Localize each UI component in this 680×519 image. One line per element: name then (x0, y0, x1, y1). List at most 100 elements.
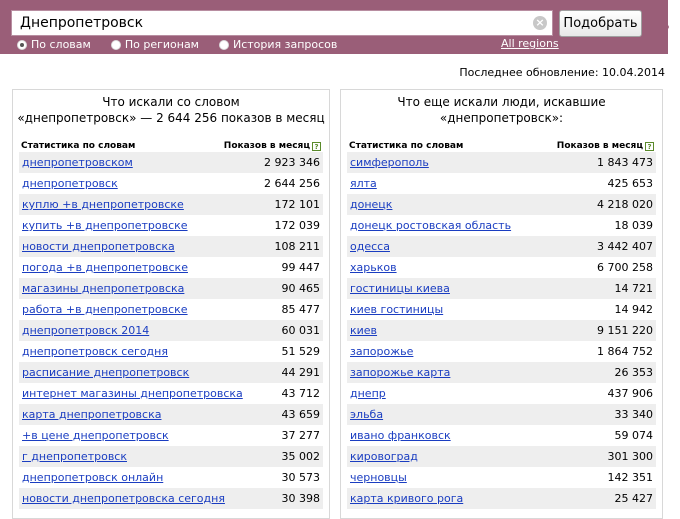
table-row: харьков 6 700 258 (347, 257, 656, 278)
keyword-link[interactable]: карта днепропетровска (22, 408, 161, 421)
keyword-link[interactable]: эльба (350, 408, 383, 421)
col-count-label: Показов в месяц (556, 141, 643, 151)
help-icon[interactable]: ? (312, 142, 321, 151)
keyword-link[interactable]: г днепропетровск (22, 450, 127, 463)
impressions-count: 172 101 (274, 198, 321, 211)
table-row: ивано франковск 59 074 (347, 425, 656, 446)
table-row: днепропетровском 2 923 346 (19, 152, 323, 173)
keyword-link[interactable]: кировоград (350, 450, 418, 463)
impressions-count: 30 573 (281, 471, 321, 484)
keyword-link[interactable]: днепропетровск (22, 177, 118, 190)
search-input[interactable]: Днепропетровск (11, 10, 553, 36)
table-row: донецк ростовская область 18 039 (347, 215, 656, 236)
keyword-link[interactable]: новости днепропетровска (22, 240, 175, 253)
table-row: расписание днепропетровск 44 291 (19, 362, 323, 383)
col-keyword: Статистика по словам (349, 141, 464, 151)
keyword-link[interactable]: погода +в днепропетровске (22, 261, 188, 274)
keyword-list: днепропетровском 2 923 346 днепропетровск 2… (19, 152, 323, 509)
table-row: г днепропетровск 35 002 (19, 446, 323, 467)
table-row: новости днепропетровска сегодня 30 398 (19, 488, 323, 509)
impressions-count: 33 340 (614, 408, 654, 421)
keyword-link[interactable]: магазины днепропетровска (22, 282, 184, 295)
table-row: запорожье 1 864 752 (347, 341, 656, 362)
table-row: днепропетровск 2 644 256 (19, 173, 323, 194)
column-header: Статистика по словам Показов в месяц? (349, 139, 654, 153)
table-row: новости днепропетровска 108 211 (19, 236, 323, 257)
table-row: погода +в днепропетровске 99 447 (19, 257, 323, 278)
keyword-link[interactable]: донецк (350, 198, 392, 211)
keyword-link[interactable]: работа +в днепропетровске (22, 303, 188, 316)
col-keyword: Статистика по словам (21, 141, 136, 151)
table-row: купить +в днепропетровске 172 039 (19, 215, 323, 236)
impressions-count: 60 031 (281, 324, 321, 337)
table-row: донецк 4 218 020 (347, 194, 656, 215)
keyword-link[interactable]: харьков (350, 261, 397, 274)
keyword-link[interactable]: ивано франковск (350, 429, 451, 442)
column-header: Статистика по словам Показов в месяц? (21, 139, 321, 153)
keyword-link[interactable]: днепропетровск 2014 (22, 324, 149, 337)
keyword-link[interactable]: гостиницы киева (350, 282, 450, 295)
table-row: киев гостиницы 14 942 (347, 299, 656, 320)
impressions-count: 99 447 (281, 261, 321, 274)
table-row: кировоград 301 300 (347, 446, 656, 467)
clear-icon[interactable]: × (533, 16, 547, 30)
keyword-link[interactable]: расписание днепропетровск (22, 366, 189, 379)
keyword-link[interactable]: днепропетровском (22, 156, 133, 169)
impressions-count: 1 843 473 (597, 156, 653, 169)
keyword-link[interactable]: днепропетровск сегодня (22, 345, 168, 358)
keyword-link[interactable]: купить +в днепропетровске (22, 219, 188, 232)
impressions-count: 51 529 (281, 345, 321, 358)
table-row: днепропетровск сегодня 51 529 (19, 341, 323, 362)
impressions-count: 2 644 256 (264, 177, 320, 190)
radio-icon (17, 40, 27, 50)
table-row: одесса 3 442 407 (347, 236, 656, 257)
keyword-link[interactable]: ялта (350, 177, 377, 190)
mode-label: История запросов (232, 38, 338, 51)
table-row: +в цене днепропетровск 37 277 (19, 425, 323, 446)
mode-by-regions[interactable]: По регионам (110, 38, 199, 52)
impressions-count: 35 002 (281, 450, 321, 463)
keyword-link[interactable]: симферополь (350, 156, 429, 169)
table-row: интернет магазины днепропетровска 43 712 (19, 383, 323, 404)
help-icon[interactable]: ? (645, 142, 654, 151)
keyword-link[interactable]: новости днепропетровска сегодня (22, 492, 225, 505)
impressions-count: 3 442 407 (597, 240, 653, 253)
left-panel: Что искали со словом «днепропетровск» — … (12, 89, 330, 519)
keyword-link[interactable]: куплю +в днепропетровске (22, 198, 184, 211)
impressions-count: 14 942 (614, 303, 654, 316)
keyword-list: симферополь 1 843 473 ялта 425 653 донецк 4 2… (347, 152, 656, 509)
keyword-link[interactable]: карта кривого рога (350, 492, 463, 505)
mode-by-words[interactable]: По словам (17, 38, 91, 52)
panel-title-line2: «днепропетровск»: (439, 111, 564, 125)
col-count: Показов в месяц? (224, 139, 321, 153)
table-row: ялта 425 653 (347, 173, 656, 194)
last-updated: Последнее обновление: 10.04.2014 (459, 66, 665, 79)
impressions-count: 26 353 (614, 366, 654, 379)
impressions-count: 2 923 346 (264, 156, 320, 169)
radio-icon (218, 40, 229, 50)
impressions-count: 43 659 (281, 408, 321, 421)
impressions-count: 18 039 (614, 219, 654, 232)
mode-history[interactable]: История запросов (218, 38, 338, 52)
impressions-count: 85 477 (281, 303, 321, 316)
keyword-link[interactable]: черновцы (350, 471, 407, 484)
keyword-link[interactable]: запорожье (350, 345, 413, 358)
impressions-count: 59 074 (614, 429, 654, 442)
impressions-count: 14 721 (614, 282, 654, 295)
panel-title-line1: Что еще искали люди, искавшие (397, 95, 606, 109)
all-regions-link[interactable]: All regions (501, 37, 559, 51)
col-count: Показов в месяц? (557, 139, 654, 153)
keyword-link[interactable]: донецк ростовская область (350, 219, 511, 232)
keyword-link[interactable]: интернет магазины днепропетровска (22, 387, 243, 400)
keyword-link[interactable]: днепр (350, 387, 386, 400)
keyword-link[interactable]: одесса (350, 240, 390, 253)
table-row: работа +в днепропетровске 85 477 (19, 299, 323, 320)
keyword-link[interactable]: запорожье карта (350, 366, 450, 379)
impressions-count: 6 700 258 (597, 261, 653, 274)
table-row: черновцы 142 351 (347, 467, 656, 488)
keyword-link[interactable]: днепропетровск онлайн (22, 471, 163, 484)
submit-button[interactable]: Подобрать (559, 10, 642, 37)
keyword-link[interactable]: +в цене днепропетровск (22, 429, 169, 442)
keyword-link[interactable]: киев гостиницы (350, 303, 443, 316)
keyword-link[interactable]: киев (350, 324, 377, 337)
